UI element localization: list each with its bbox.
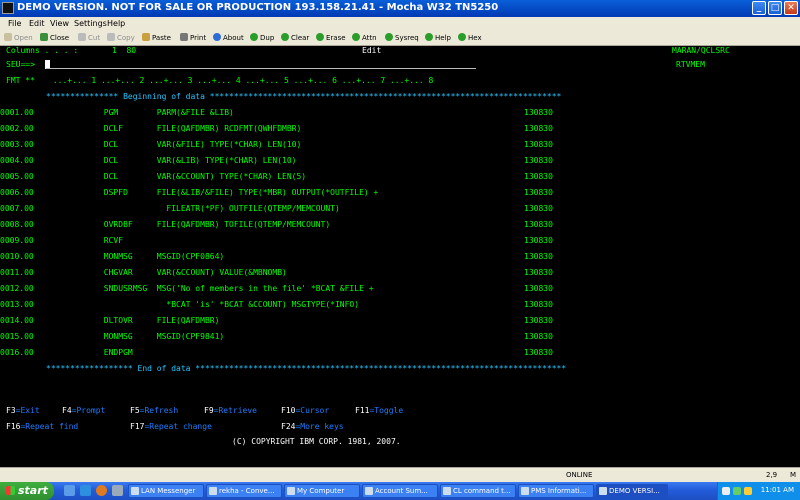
task-my-computer[interactable]: My Computer [284,484,360,498]
windows-logo-icon [6,486,15,495]
start-button[interactable]: start [0,482,54,500]
cut-button[interactable]: Cut [78,33,100,43]
tray-icon-3[interactable] [744,487,752,495]
hex-icon [458,33,466,41]
menu-help[interactable]: Help [107,19,125,28]
clipboard-icon [142,33,150,41]
column-ruler: ...+... 1 ...+... 2 ...+... 3 ...+... 4 … [48,76,434,85]
status-bar: ONLINE 2,9 M [0,467,800,482]
columns-label: Columns . . . : [6,46,79,55]
minimize-button[interactable]: _ [752,1,766,15]
browser-window-icon [521,487,529,495]
fmt-label: FMT ** [6,76,35,85]
menu-edit[interactable]: Edit [29,19,45,28]
erase-button[interactable]: Erase [316,33,346,43]
task-pms-information[interactable]: PMS Informati... [518,484,594,498]
seu-prompt: SEU==> [6,60,35,69]
browser-window-icon [365,487,373,495]
menu-bar: File Edit View Settings Help [0,17,800,31]
help-icon [425,33,433,41]
terminal-app-icon [2,2,14,14]
close-button[interactable]: ✕ [784,1,798,15]
task-account-summary[interactable]: Account Sum... [362,484,438,498]
close-session-icon [40,33,48,41]
show-desktop-icon[interactable] [64,485,75,496]
computer-icon [287,487,295,495]
edit-mode-label: Edit [362,46,382,55]
copyright-notice: (C) COPYRIGHT IBM CORP. 1981, 2007. [232,437,401,446]
copy-icon [107,33,115,41]
hex-button[interactable]: Hex [458,33,482,43]
connection-status: ONLINE [566,471,593,479]
help-button[interactable]: Help [425,33,451,43]
source-file-label: MARAN/QCLSRC [672,46,730,55]
messenger-icon [131,487,139,495]
toolbar: Open Close Cut Copy Paste Print About Du… [0,31,800,46]
sysreq-icon [385,33,393,41]
dup-button[interactable]: Dup [250,33,274,43]
attn-icon [352,33,360,41]
about-button[interactable]: About [213,33,244,43]
fkey-more-keys[interactable]: F24=More keys [281,422,344,432]
system-tray: 11:01 AM [717,482,800,500]
paste-button[interactable]: Paste [142,33,171,43]
title-bar[interactable]: DEMO VERSION. NOT FOR SALE OR PRODUCTION… [0,0,800,17]
chat-icon [209,487,217,495]
clear-icon [281,33,289,41]
window-title: DEMO VERSION. NOT FOR SALE OR PRODUCTION… [17,2,499,13]
fkey-refresh[interactable]: F5=Refresh [130,406,178,416]
terminal-icon [599,487,607,495]
sysreq-button[interactable]: Sysreq [385,33,419,43]
browser-window-icon [443,487,451,495]
printer-icon [180,33,188,41]
fkey-cursor[interactable]: F10=Cursor [281,406,329,416]
clock[interactable]: 11:01 AM [761,486,794,494]
browser-icon[interactable] [96,485,107,496]
menu-settings[interactable]: Settings [74,19,107,28]
print-button[interactable]: Print [180,33,206,43]
erase-icon [316,33,324,41]
command-input-line[interactable] [46,68,476,69]
member-name: RTVMEM [676,60,705,69]
maximize-button[interactable]: □ [768,1,782,15]
terminal-screen[interactable]: Columns . . . : 1 80 Edit MARAN/QCLSRC R… [0,46,800,466]
columns-value: 1 80 [112,46,137,55]
fkey-exit[interactable]: F3=Exit [6,406,40,416]
tray-icon-2[interactable] [733,487,741,495]
clear-button[interactable]: Clear [281,33,309,43]
taskbar: start LAN Messenger rekha - Conve... My … [0,482,800,500]
menu-view[interactable]: View [50,19,69,28]
menu-file[interactable]: File [8,19,21,28]
scissors-icon [78,33,86,41]
open-button[interactable]: Open [4,33,33,43]
copy-button[interactable]: Copy [107,33,135,43]
fkey-toggle[interactable]: F11=Toggle [355,406,403,416]
mode-indicator: M [790,471,797,479]
task-demo-version[interactable]: DEMO VERSI... [596,484,668,498]
cursor-position: 2,9 [766,471,778,479]
tray-icon-1[interactable] [722,487,730,495]
close-session-button[interactable]: Close [40,33,69,43]
beginning-of-data: *************** Beginning of data ******… [46,92,562,101]
fkey-retrieve[interactable]: F9=Retrieve [204,406,257,416]
quicklaunch-arrow-icon[interactable] [112,485,123,496]
ie-icon[interactable] [80,485,91,496]
end-of-data: ****************** End of data *********… [46,364,567,373]
task-lan-messenger[interactable]: LAN Messenger [128,484,204,498]
attn-button[interactable]: Attn [352,33,377,43]
fkey-prompt[interactable]: F4=Prompt [62,406,105,416]
info-icon [213,33,221,41]
fkey-repeat-change[interactable]: F17=Repeat change [130,422,212,432]
task-cl-command[interactable]: CL command t... [440,484,516,498]
folder-icon [4,33,12,41]
dup-icon [250,33,258,41]
task-rekha-conversation[interactable]: rekha - Conve... [206,484,282,498]
fkey-repeat-find[interactable]: F16=Repeat find [6,422,78,432]
